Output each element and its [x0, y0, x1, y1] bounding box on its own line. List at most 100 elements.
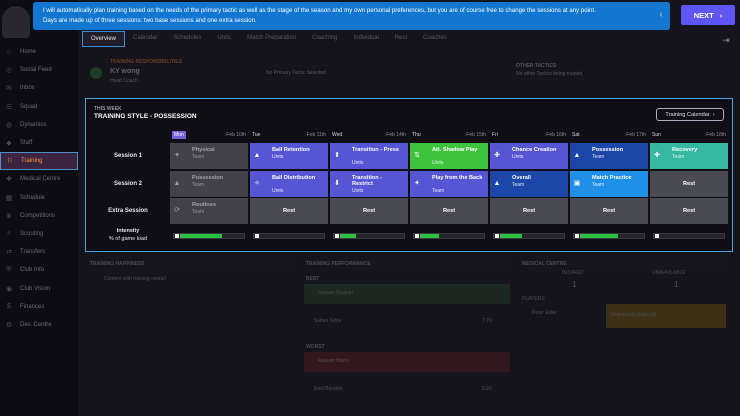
- sidebar-item-competitions[interactable]: ♛ Competitions: [0, 207, 78, 225]
- previous-icon[interactable]: ‹: [654, 6, 668, 24]
- sidebar-item-label: Inbox: [20, 85, 35, 92]
- sidebar-item-dynamics[interactable]: ◍ Dynamics: [0, 116, 78, 134]
- training-session-cell[interactable]: ▲ Possession Team: [170, 171, 248, 197]
- sidebar-item-transfers[interactable]: ⇄ Transfers: [0, 243, 78, 261]
- tab-match-preparation[interactable]: Match Preparation: [239, 31, 304, 47]
- session-name: Rest: [682, 208, 696, 214]
- sidebar-item-home[interactable]: ⌂ Home: [0, 43, 78, 61]
- tab-calendar[interactable]: Calendar: [125, 31, 165, 47]
- tab-coaches[interactable]: Coaches: [415, 31, 455, 47]
- training-session-cell[interactable]: ▲ Ball Retention Units: [250, 143, 328, 169]
- export-icon[interactable]: ⇥: [718, 33, 734, 47]
- social-icon: ◎: [5, 67, 13, 75]
- tab-coaching[interactable]: Coaching: [304, 31, 345, 47]
- training-tabs: Overview Calendar Schedules Units Match Prep…: [82, 31, 455, 47]
- sidebar-item-dev-centre[interactable]: ⚙ Dev. Centre: [0, 316, 78, 334]
- sidebar-item-social-feed[interactable]: ◎ Social Feed: [0, 61, 78, 79]
- training-session-cell[interactable]: ▲ Overall Team: [490, 171, 568, 197]
- training-calendar-button[interactable]: Training Calendar ›: [656, 108, 724, 121]
- intensity-icon: [415, 234, 419, 238]
- sidebar-item-schedule[interactable]: ▦ Schedule: [0, 189, 78, 207]
- tutorial-banner: I will automatically plan training based…: [33, 2, 670, 30]
- intensity-fill: [580, 234, 618, 238]
- sidebar-item-squad[interactable]: ☰ Squad: [0, 98, 78, 116]
- tab-rest[interactable]: Rest: [387, 31, 415, 47]
- match-practice-icon: ▣: [573, 180, 581, 187]
- session-1-label: Session 1: [113, 153, 142, 159]
- injured-value: 1: [572, 280, 577, 289]
- best-player[interactable]: Hassan Baskan: [318, 290, 353, 296]
- training-session-cell[interactable]: Rest: [650, 198, 728, 224]
- training-session-cell[interactable]: Rest: [330, 198, 408, 224]
- sidebar-item-staff[interactable]: ◆ Staff: [0, 134, 78, 152]
- day-header: Mon Feb 10th: [170, 130, 248, 140]
- training-session-cell[interactable]: Rest: [650, 171, 728, 197]
- banner-text-1: I will automatically plan training based…: [43, 7, 596, 14]
- training-session-cell[interactable]: ▲ Possession Team: [570, 143, 648, 169]
- tab-individual[interactable]: Individual: [345, 31, 386, 47]
- sidebar-item-finances[interactable]: $ Finances: [0, 298, 78, 316]
- manager-name[interactable]: KY wong: [110, 68, 140, 75]
- sidebar-item-club-info[interactable]: ⛨ Club Info: [0, 261, 78, 279]
- training-session-cell[interactable]: ⟳ Routines Team: [170, 198, 248, 224]
- tab-schedules[interactable]: Schedules: [165, 31, 209, 47]
- training-icon: ⚐: [6, 158, 14, 166]
- schedule-icon: ▦: [5, 194, 13, 202]
- training-session-cell[interactable]: ✚ Recovery Team: [650, 143, 728, 169]
- session-name: Match Practice: [592, 175, 632, 181]
- day-header: Wed Feb 14th: [330, 130, 408, 140]
- sidebar-item-label: Finances: [20, 303, 45, 310]
- session-unit: Team: [512, 182, 525, 188]
- tab-overview[interactable]: Overview: [82, 31, 126, 47]
- day-date: Feb 15th: [466, 132, 486, 138]
- training-session-cell[interactable]: ✚ Chance Creation Units: [490, 143, 568, 169]
- sidebar-item-scouting[interactable]: ⌕ Scouting: [0, 225, 78, 243]
- sidebar-item-label: Scouting: [20, 231, 44, 237]
- session-unit: Team: [432, 188, 445, 194]
- training-session-cell[interactable]: Rest: [570, 198, 648, 224]
- sidebar-item-training[interactable]: ⚐ Training: [0, 152, 78, 171]
- training-session-cell[interactable]: Rest: [490, 198, 568, 224]
- day-date: Feb 10th: [226, 132, 246, 138]
- banner-text-2: Days are made up of three sessions: two …: [43, 17, 257, 24]
- training-session-cell[interactable]: ✦ Play from the Back Team: [410, 171, 488, 197]
- sidebar-item-label: Club Vision: [20, 285, 51, 292]
- sidebar-item-club-vision[interactable]: ◉ Club Vision: [0, 280, 78, 298]
- sidebar-item-inbox[interactable]: ✉ Inbox: [0, 79, 78, 97]
- intensity-title: Intensity: [116, 228, 140, 234]
- manager-avatar[interactable]: [2, 6, 30, 38]
- distribution-icon: ✧: [254, 180, 260, 187]
- worst-value: 5.20: [482, 386, 492, 392]
- intensity-icon: [495, 234, 499, 238]
- other-tactics-text: No other Tactics being trained: [516, 71, 583, 77]
- injured-player[interactable]: Peter Elder: [532, 310, 557, 316]
- overall-icon: ▲: [493, 180, 501, 187]
- sidebar-item-label: Training: [21, 158, 43, 165]
- next-label: NEXT: [693, 10, 714, 20]
- training-session-cell[interactable]: ✦ Physical Team: [170, 143, 248, 169]
- training-session-cell[interactable]: ⇅ Att. Shadow Play Units: [410, 143, 488, 169]
- training-session-cell[interactable]: Rest: [410, 198, 488, 224]
- sidebar-item-medical-centre[interactable]: ✚ Medical Centre: [0, 170, 78, 188]
- best-player-2[interactable]: Sultan Girisi: [314, 318, 341, 324]
- training-session-cell[interactable]: ▣ Match Practice Team: [570, 171, 648, 197]
- intensity-label: Intensity % of game load: [86, 227, 170, 243]
- restrict-icon: ⬇: [334, 180, 340, 187]
- training-session-cell[interactable]: ⬇ Transition - Restrict Units: [330, 171, 408, 197]
- training-session-cell[interactable]: ⬆ Transition - Press Units: [330, 143, 408, 169]
- coach-icon: [90, 67, 102, 79]
- training-session-cell[interactable]: ✧ Ball Distribution Units: [250, 171, 328, 197]
- training-calendar-label: Training Calendar: [665, 111, 710, 118]
- best-label: BEST: [306, 276, 320, 282]
- worst-player[interactable]: Rasyan Marin: [318, 358, 349, 364]
- day-name: Sun: [652, 132, 661, 138]
- worst-player-2[interactable]: Emil Borodin: [314, 386, 342, 392]
- sidebar-item-label: Staff: [20, 140, 33, 146]
- sidebar-item-label: Transfers: [20, 249, 46, 256]
- training-session-cell[interactable]: Rest: [250, 198, 328, 224]
- day-name: Thu: [412, 132, 421, 138]
- tab-units[interactable]: Units: [209, 31, 239, 47]
- sidebar-item-label: Home: [20, 49, 37, 55]
- next-button[interactable]: NEXT ›: [681, 5, 735, 25]
- inbox-icon: ✉: [6, 85, 12, 93]
